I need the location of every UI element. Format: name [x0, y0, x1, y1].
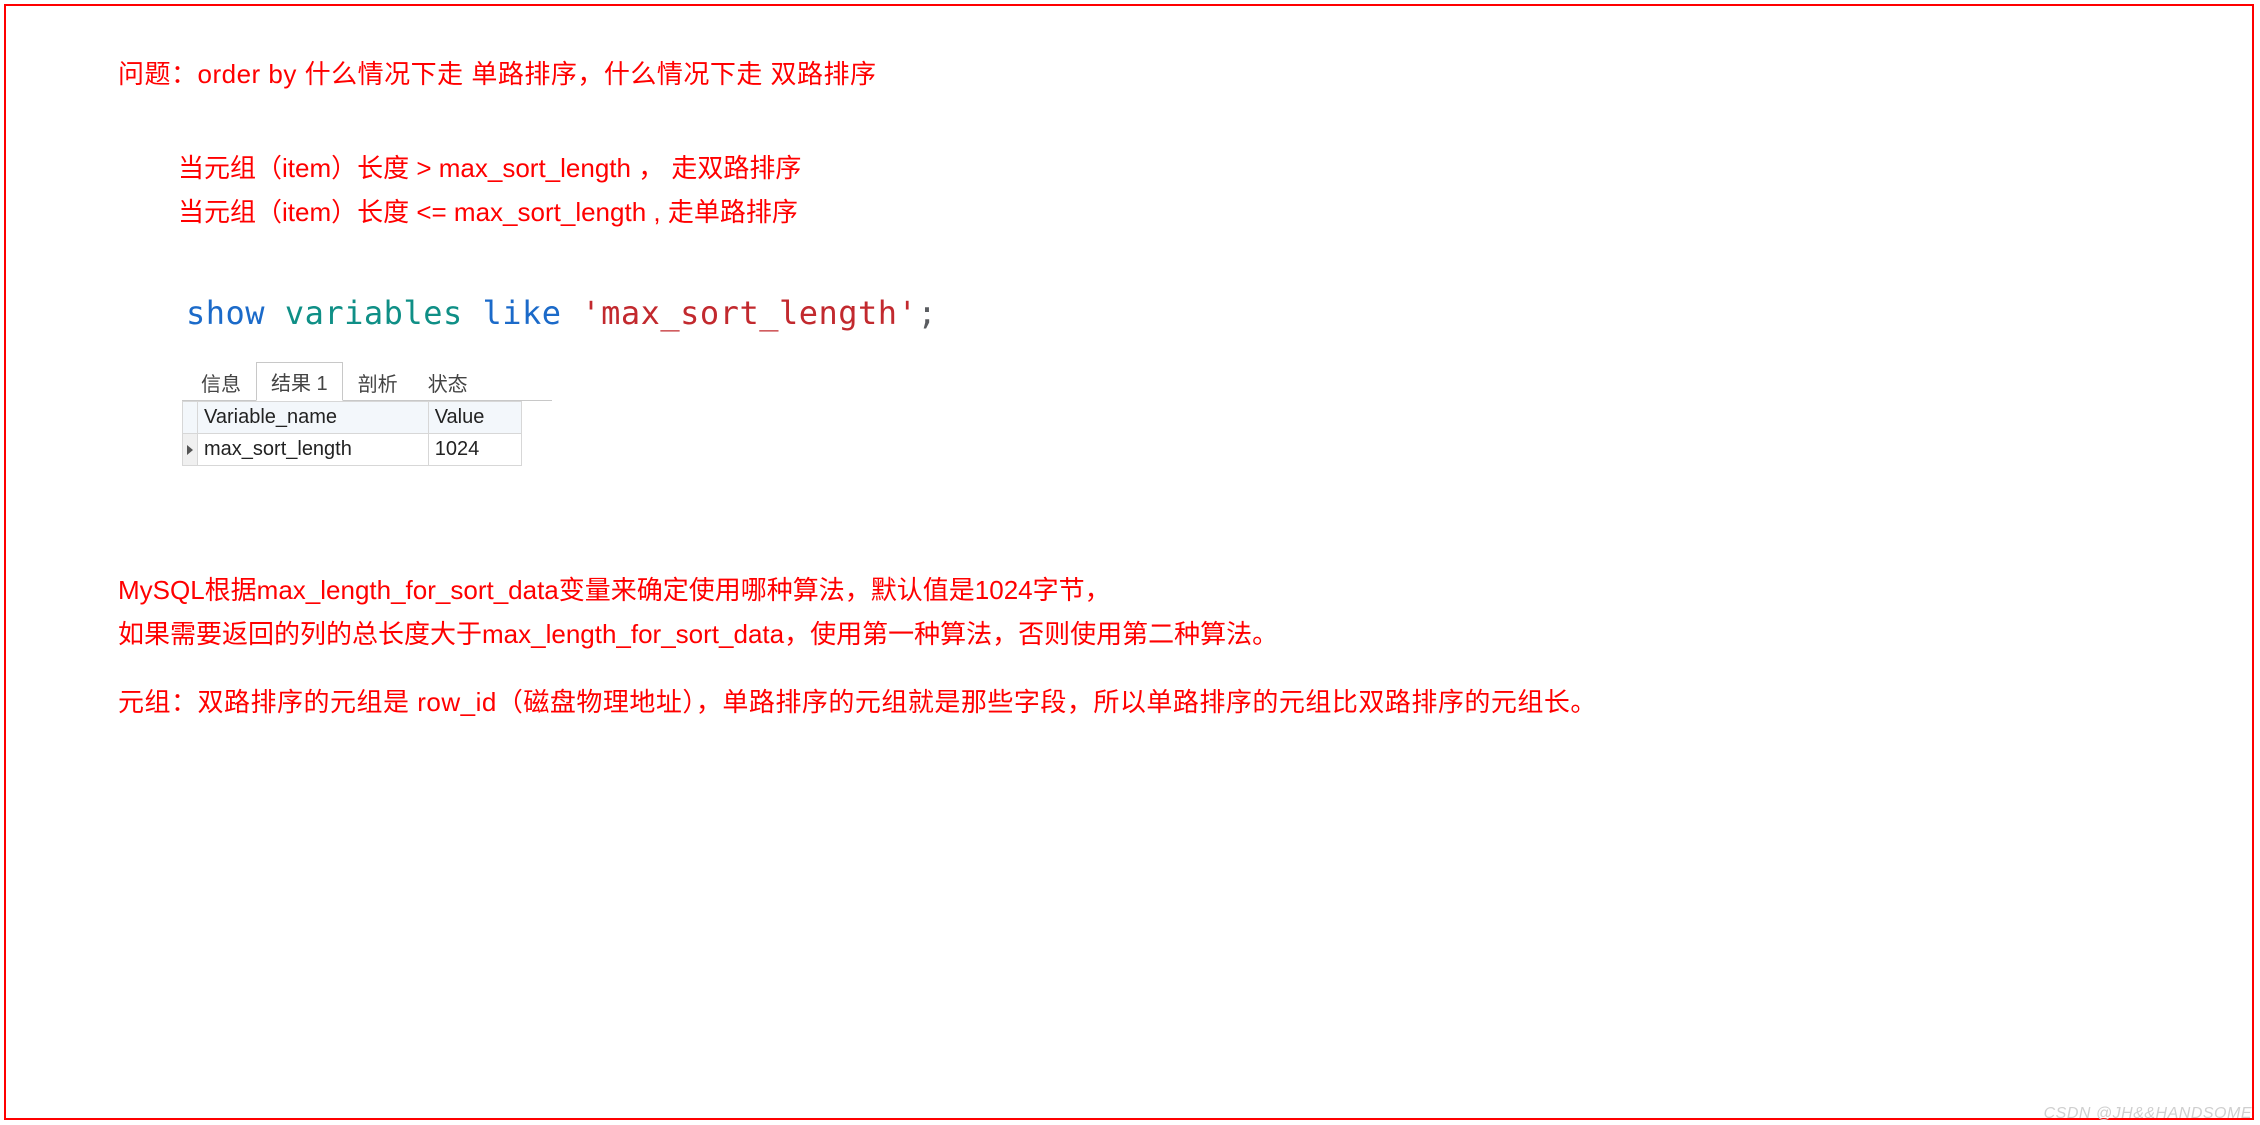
rule-line-2: 当元组（item）长度 <= max_sort_length , 走单路排序 — [178, 190, 801, 234]
sql-keyword-variables: variables — [285, 294, 463, 332]
rule-line-1: 当元组（item）长度 > max_sort_length ， 走双路排序 — [178, 146, 801, 190]
col-header-value[interactable]: Value — [428, 402, 521, 434]
tab-result-1[interactable]: 结果 1 — [256, 362, 343, 401]
cell-variable-name: max_sort_length — [198, 434, 429, 466]
tab-analyze[interactable]: 剖析 — [343, 363, 413, 401]
tab-status[interactable]: 状态 — [413, 363, 483, 401]
row-pointer-icon — [183, 434, 198, 466]
watermark-text: CSDN @JH&&HANDSOME — [2044, 1105, 2252, 1123]
tuple-note: 元组：双路排序的元组是 row_id（磁盘物理地址），单路排序的元组就是那些字段… — [118, 682, 1597, 719]
result-tab-strip: 信息 结果 1 剖析 状态 — [182, 366, 552, 401]
row-handle-header — [183, 402, 198, 434]
explain-line-1: MySQL根据max_length_for_sort_data变量来确定使用哪种… — [118, 568, 1278, 612]
explain-line-2: 如果需要返回的列的总长度大于max_length_for_sort_data，使… — [118, 612, 1278, 656]
sql-semicolon: ; — [917, 294, 937, 332]
content-border-box: 问题：order by 什么情况下走 单路排序，什么情况下走 双路排序 当元组（… — [4, 4, 2254, 1120]
table-header-row: Variable_name Value — [183, 402, 522, 434]
table-row[interactable]: max_sort_length 1024 — [183, 434, 522, 466]
explanation-block: MySQL根据max_length_for_sort_data变量来确定使用哪种… — [118, 568, 1278, 656]
sql-keyword-show: show — [186, 294, 265, 332]
triangle-right-icon — [187, 445, 193, 455]
query-result-panel: 信息 结果 1 剖析 状态 Variable_name Value max_so… — [182, 366, 552, 466]
tab-info[interactable]: 信息 — [186, 363, 256, 401]
cell-value: 1024 — [428, 434, 521, 466]
sql-statement: show variables like 'max_sort_length'; — [186, 294, 937, 332]
sql-string-literal: 'max_sort_length' — [581, 294, 917, 332]
sql-keyword-like: like — [482, 294, 561, 332]
rules-block: 当元组（item）长度 > max_sort_length ， 走双路排序 当元… — [178, 146, 801, 234]
col-header-variable-name[interactable]: Variable_name — [198, 402, 429, 434]
result-table: Variable_name Value max_sort_length 1024 — [182, 401, 522, 466]
question-heading: 问题：order by 什么情况下走 单路排序，什么情况下走 双路排序 — [118, 54, 877, 91]
